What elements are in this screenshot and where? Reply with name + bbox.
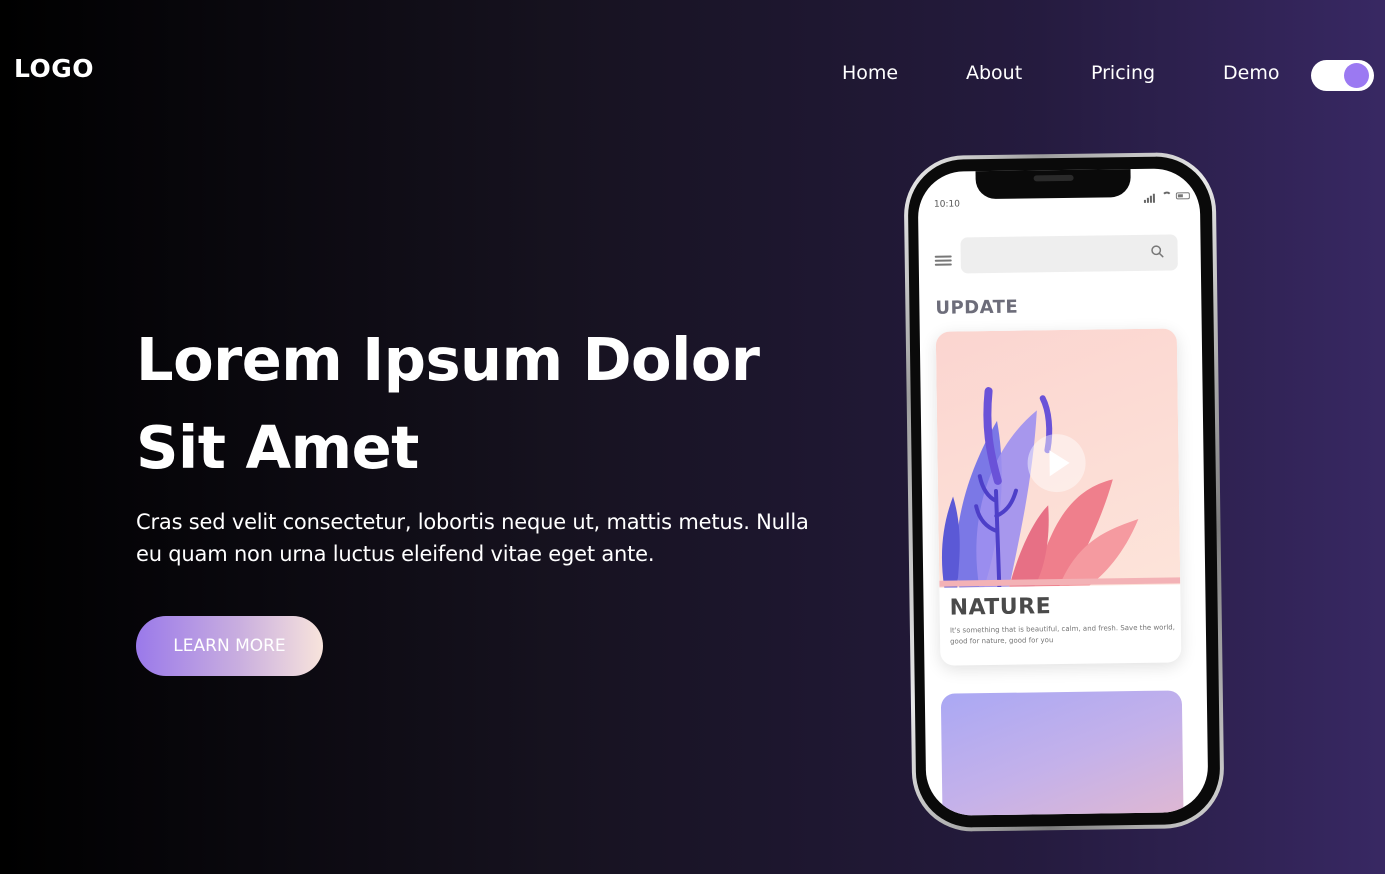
signal-icon [1143,193,1158,203]
nature-card[interactable]: NATURE It's something that is beautiful,… [935,328,1182,666]
toggle-knob [1344,63,1369,88]
status-time: 10:10 [933,199,960,210]
card-illustration [935,328,1181,589]
wifi-icon [1161,191,1172,202]
nav-demo[interactable]: Demo [1223,62,1279,84]
menu-icon[interactable] [934,255,952,266]
phone-screen: 10:10 UPDATE NATURE It's something that … [917,168,1209,816]
battery-icon [1175,192,1190,200]
hero-description: Cras sed velit consectetur, lobortis neq… [136,510,809,566]
phone-bezel: 10:10 UPDATE NATURE It's something that … [907,155,1221,829]
speaker-icon [1033,174,1074,182]
theme-toggle[interactable] [1311,60,1374,91]
card-title: NATURE [949,594,1052,621]
search-input[interactable] [960,234,1178,274]
main-nav: Home About Pricing Demo [0,62,1385,92]
learn-more-button[interactable]: LEARN MORE [136,616,323,676]
phone-mockup: 10:10 UPDATE NATURE It's something that … [903,151,1225,833]
nav-home[interactable]: Home [842,62,898,84]
section-label: UPDATE [935,296,1019,319]
nav-pricing[interactable]: Pricing [1091,62,1155,84]
hero-title: Lorem Ipsum Dolor Sit Amet [136,325,760,482]
second-card[interactable] [940,690,1184,816]
nav-about[interactable]: About [966,62,1022,84]
phone-notch [975,168,1131,200]
status-icons [1143,190,1190,203]
card-description: It's something that is beautiful, calm, … [949,623,1175,646]
search-icon[interactable] [1151,245,1164,258]
